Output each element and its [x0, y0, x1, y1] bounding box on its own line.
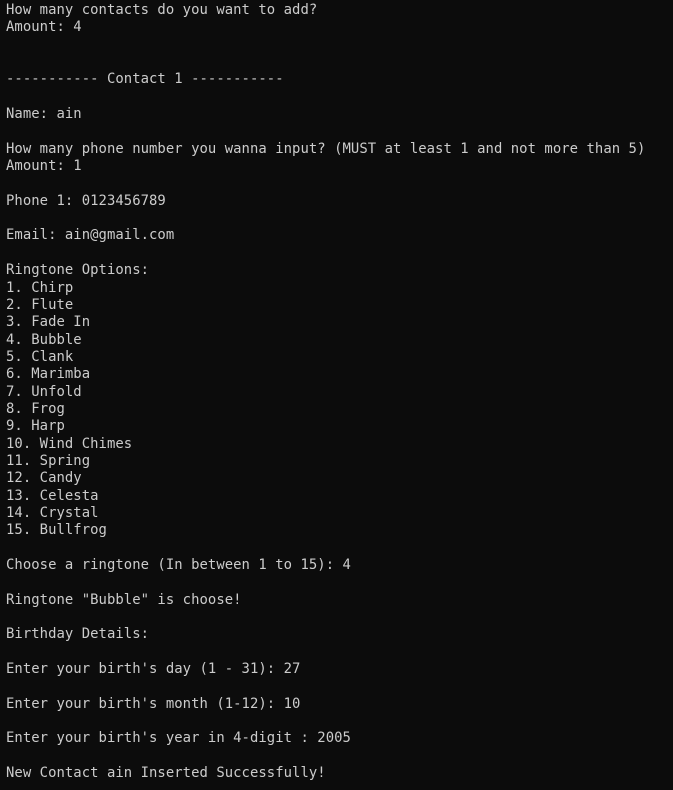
ringtone-options-header: Ringtone Options: [6, 262, 150, 279]
success-message: New Contact ain Inserted Successfully! [6, 765, 326, 782]
ringtone-confirmation: Ringtone "Bubble" is choose! [6, 591, 242, 608]
phone-number: Phone 1: 0123456789 [6, 192, 166, 209]
phone-count-value: Amount: 1 [6, 158, 82, 175]
ringtone-option: 9. Harp [6, 418, 65, 435]
ringtone-option: 3. Fade In [6, 314, 91, 331]
ringtone-option: 7. Unfold [6, 383, 82, 400]
ringtone-option: 5. Clank [6, 348, 74, 365]
ringtone-option: 4. Bubble [6, 331, 82, 348]
birthday-header: Birthday Details: [6, 626, 150, 643]
terminal-output[interactable]: How many contacts do you want to add? Am… [0, 0, 673, 790]
ringtone-option: 1. Chirp [6, 279, 74, 296]
ringtone-option: 11. Spring [6, 452, 91, 469]
ringtone-option: 14. Crystal [6, 504, 99, 521]
birth-day-entry: Enter your birth's day (1 - 31): 27 [6, 661, 301, 678]
ringtone-option: 6. Marimba [6, 366, 91, 383]
ringtone-option: 2. Flute [6, 296, 74, 313]
ringtone-option: 12. Candy [6, 470, 82, 487]
ringtone-option: 8. Frog [6, 400, 65, 417]
contact-name: Name: ain [6, 106, 82, 123]
ringtone-option: 10. Wind Chimes [6, 435, 133, 452]
contact-header: ----------- Contact 1 ----------- [6, 71, 284, 88]
prompt-contact-count: How many contacts do you want to add? [6, 2, 318, 18]
contact-count-value: Amount: 4 [6, 19, 82, 36]
ringtone-option: 15. Bullfrog [6, 522, 107, 539]
birth-year-entry: Enter your birth's year in 4-digit : 200… [6, 730, 351, 747]
email: Email: ain@gmail.com [6, 227, 175, 244]
ringtone-option: 13. Celesta [6, 487, 99, 504]
birth-month-entry: Enter your birth's month (1-12): 10 [6, 695, 301, 712]
prompt-phone-count: How many phone number you wanna input? (… [6, 140, 646, 157]
prompt-choose-ringtone: Choose a ringtone (In between 1 to 15): … [6, 557, 351, 573]
